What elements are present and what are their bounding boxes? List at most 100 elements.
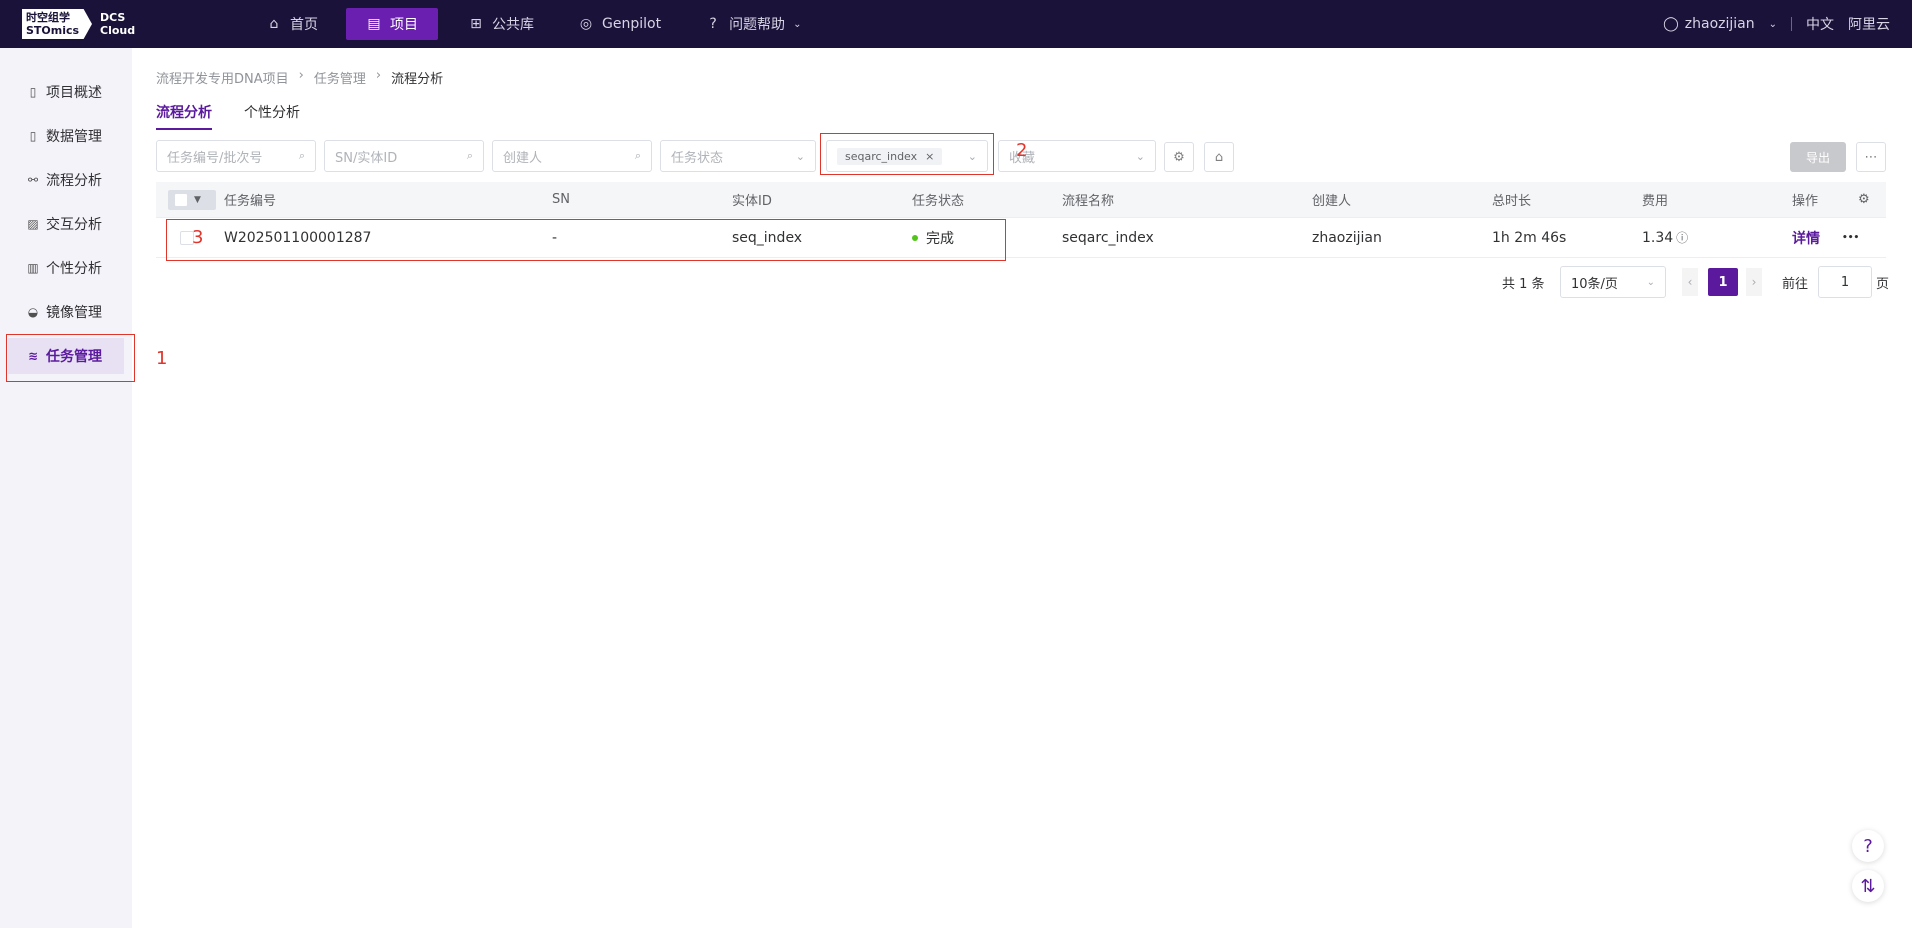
chevron-down-icon: ⌄ [1646,276,1655,288]
sidebar-item-image[interactable]: ◒ 镜像管理 [8,294,124,330]
sidebar-item-overview[interactable]: ▯ 项目概述 [8,74,124,110]
sidebar-item-label: 项目概述 [46,85,102,101]
tab-workflow-analysis[interactable]: 流程分析 [156,102,212,130]
chevron-down-icon: ⌄ [795,149,805,163]
breadcrumb-project[interactable]: 流程开发专用DNA项目 [156,68,289,87]
export-button[interactable]: 导出 [1790,142,1846,172]
nav-label: 问题帮助 [729,17,786,33]
search-icon: ⌕ [634,149,641,162]
user-menu[interactable]: zhaozijian [1685,16,1755,32]
chevron-down-icon: ⌄ [1768,18,1777,30]
prev-page-button[interactable]: ‹ [1682,268,1698,296]
next-page-button[interactable]: › [1746,268,1762,296]
divider [1791,17,1792,31]
gear-icon: ⚙ [1173,149,1185,165]
sidebar-item-label: 数据管理 [46,129,102,145]
column-header-duration: 总时长 [1492,194,1532,209]
logo-dcs-text: DCS [100,11,126,24]
cloud-switch[interactable]: 阿里云 [1848,14,1890,34]
column-header-creator: 创建人 [1312,194,1352,209]
chevron-right-icon: › [375,68,382,83]
nav-home[interactable]: ⌂ 首页 [250,8,332,40]
nav-label: 首页 [290,17,318,33]
details-link[interactable]: 详情 [1792,218,1820,257]
sidebar-item-workflow[interactable]: ⚯ 流程分析 [8,162,124,198]
settings-button[interactable]: ⚙ [1164,142,1194,172]
export-label: 导出 [1805,150,1830,165]
row-more-icon[interactable]: ••• [1842,218,1859,257]
task-id-search-input[interactable]: 任务编号/批次号 ⌕ [156,140,316,172]
help-icon: ? [709,16,717,32]
grid-icon: ⊞ [470,16,482,32]
question-icon: ? [1863,835,1873,857]
main-nav: ⌂ 首页 ▤ 项目 ⊞ 公共库 ◎ Genpilot ? 问题帮助 ⌄ [250,8,829,40]
sidebar-item-label: 流程分析 [46,173,102,189]
table-header: ▼ 任务编号 SN 实体ID 任务状态 流程名称 创建人 总时长 费用 操作 ⚙ [156,182,1886,218]
chart-icon: ▨ [27,217,39,231]
annotation-box-2 [820,133,994,175]
data-file-icon: ▯ [29,129,37,143]
placeholder-text: 创建人 [503,150,543,166]
clear-button[interactable]: ⌂ [1204,142,1234,172]
docker-icon: ◒ [27,305,39,319]
select-all-control[interactable]: ▼ [168,189,216,210]
placeholder-text: SN/实体ID [335,150,398,166]
nav-project[interactable]: ▤ 项目 [346,8,438,40]
sidebar-item-label: 个性分析 [46,261,102,277]
chevron-down-icon: ⌄ [1135,149,1145,163]
sidebar-item-label: 镜像管理 [46,305,102,321]
tab-custom-analysis[interactable]: 个性分析 [244,102,300,130]
more-options-button[interactable]: ⋯ [1856,142,1886,172]
help-float-button[interactable]: ? [1852,830,1884,862]
goto-page-input[interactable]: 1 [1818,266,1872,298]
annotation-number-2: 2 [1016,140,1028,161]
nav-genpilot[interactable]: ◎ Genpilot [562,8,675,40]
nav-label: 公共库 [492,17,534,33]
goto-suffix: 页 [1876,276,1890,292]
logo-product: DCS Cloud [100,11,135,37]
home-icon: ⌂ [269,16,279,32]
logo-cn-text: 时空组学 [26,11,70,24]
sidebar-item-data[interactable]: ▯ 数据管理 [8,118,124,154]
column-header-sn: SN [552,192,570,207]
language-switch[interactable]: 中文 [1806,14,1834,34]
logo-badge: 时空组学 STOmics [22,9,92,39]
swap-vertical-icon: ⇅ [1860,875,1876,897]
chevron-right-icon: › [298,68,304,83]
select-all-dropdown[interactable]: ▼ [168,182,216,217]
creator-search-input[interactable]: 创建人 ⌕ [492,140,652,172]
cell-duration: 1h 2m 46s [1492,229,1567,246]
nav-help[interactable]: ? 问题帮助 ⌄ [689,8,815,40]
annotation-box-3 [166,219,1006,261]
cell-creator: zhaozijian [1312,229,1382,246]
annotation-box-1 [6,334,135,382]
sn-search-input[interactable]: SN/实体ID ⌕ [324,140,484,172]
select-all-checkbox[interactable] [174,192,188,207]
column-header-status: 任务状态 [912,194,965,209]
page-size-select[interactable]: 10条/页 ⌄ [1560,266,1666,298]
broom-icon: ⌂ [1214,149,1224,165]
analysis-icon: ▥ [27,261,39,275]
breadcrumb-current: 流程分析 [391,72,444,87]
goto-label: 前往 [1782,276,1809,292]
workflow-icon: ⚯ [27,173,39,187]
nav-public-library[interactable]: ⊞ 公共库 [452,8,548,40]
sidebar-item-interactive[interactable]: ▨ 交互分析 [8,206,124,242]
cell-cost: 1.34 ⓘ [1642,218,1688,257]
page-number-current[interactable]: 1 [1708,268,1738,296]
annotation-number-1: 1 [156,348,168,369]
nav-label: 项目 [390,17,418,33]
sidebar-item-custom[interactable]: ▥ 个性分析 [8,250,124,286]
tabs: 流程分析 个性分析 [156,102,300,130]
column-settings-icon[interactable]: ⚙ [1858,182,1870,217]
sidebar-item-label: 交互分析 [46,217,102,233]
breadcrumb-task[interactable]: 任务管理 [314,68,366,87]
info-icon[interactable]: ⓘ [1676,229,1688,246]
nav-label: Genpilot [602,16,662,32]
column-header-task-id: 任务编号 [224,194,277,209]
breadcrumb: 流程开发专用DNA项目 › 任务管理 › 流程分析 [156,68,443,87]
column-header-entity-id: 实体ID [732,194,772,209]
scroll-toggle-button[interactable]: ⇅ [1852,870,1884,902]
status-select[interactable]: 任务状态 ⌄ [660,140,816,172]
logo[interactable]: 时空组学 STOmics DCS Cloud [22,9,135,39]
